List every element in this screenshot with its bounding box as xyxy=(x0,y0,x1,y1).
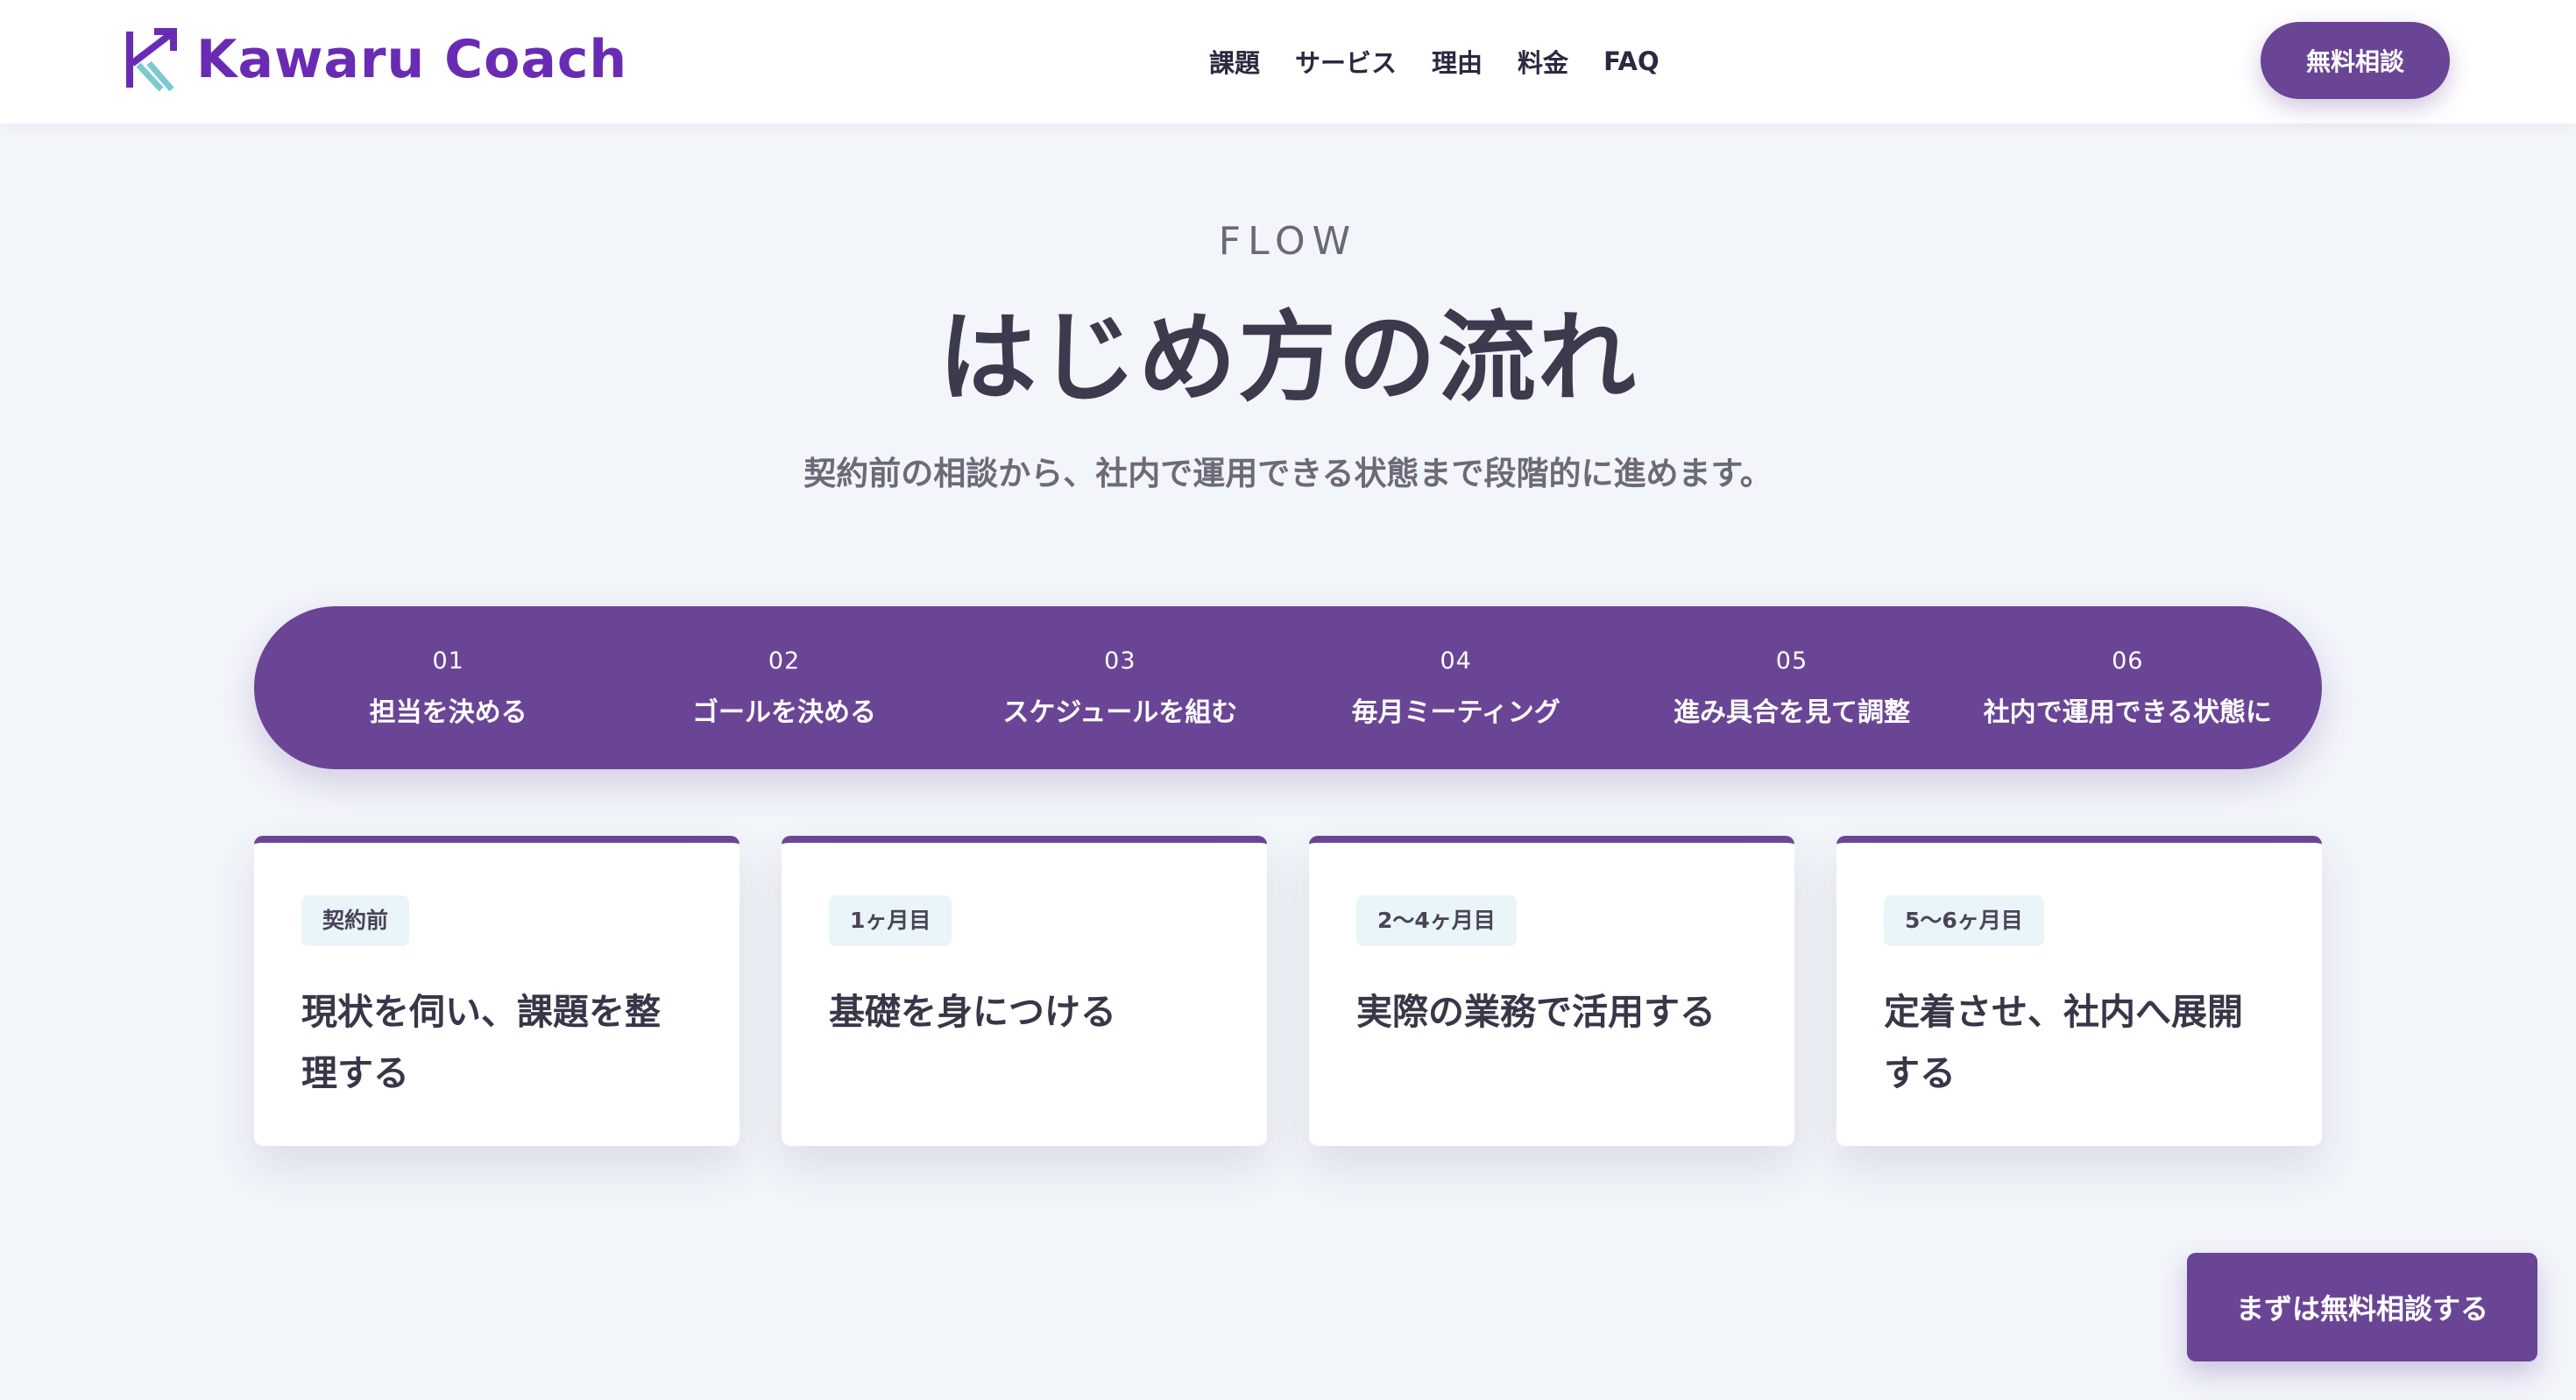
nav-item-faq[interactable]: FAQ xyxy=(1603,46,1660,76)
flow-step: 04 毎月ミーティング xyxy=(1288,606,1624,769)
nav-item-issues[interactable]: 課題 xyxy=(1209,43,1260,80)
step-number: 04 xyxy=(1440,647,1472,675)
logo[interactable]: Kawaru Coach xyxy=(123,25,627,95)
flow-step: 05 進み具合を見て調整 xyxy=(1624,606,1959,769)
section-subtitle: 契約前の相談から、社内で運用できる状態まで段階的に進めます。 xyxy=(803,455,1773,492)
nav-item-services[interactable]: サービス xyxy=(1295,43,1397,80)
step-label: 社内で運用できる状態に xyxy=(1983,696,2272,728)
step-number: 05 xyxy=(1775,647,1808,675)
phase-badge: 1ヶ月目 xyxy=(829,895,952,946)
flow-steps-bar: 01 担当を決める 02 ゴールを決める 03 スケジュールを組む 04 毎月ミ… xyxy=(254,606,2322,769)
section-eyebrow: FLOW xyxy=(1218,219,1358,264)
step-label: ゴールを決める xyxy=(691,696,876,728)
flow-step: 02 ゴールを決める xyxy=(616,606,952,769)
step-number: 03 xyxy=(1104,647,1136,675)
phase-text: 現状を伺い、課題を整理する xyxy=(301,991,661,1094)
flow-step: 01 担当を決める xyxy=(280,606,616,769)
step-label: スケジュールを組む xyxy=(1002,696,1238,728)
phase-badge: 契約前 xyxy=(301,895,410,946)
step-number: 01 xyxy=(432,647,464,675)
phase-card: 2〜4ヶ月目 実際の業務で活用する xyxy=(1309,836,1794,1146)
step-number: 02 xyxy=(768,647,801,675)
floating-consultation-button[interactable]: まずは無料相談する xyxy=(2187,1253,2537,1361)
logo-text: Kawaru Coach xyxy=(196,29,628,90)
logo-mark-icon xyxy=(126,28,177,92)
step-label: 担当を決める xyxy=(369,696,527,728)
site-header: Kawaru Coach 課題 サービス 理由 料金 FAQ 無料相談 xyxy=(0,0,2576,124)
section-title: はじめ方の流れ xyxy=(938,301,1638,415)
phase-badge: 2〜4ヶ月目 xyxy=(1356,895,1517,946)
free-consultation-button[interactable]: 無料相談 xyxy=(2261,22,2450,99)
step-label: 進み具合を見て調整 xyxy=(1673,696,1910,728)
nav-item-reasons[interactable]: 理由 xyxy=(1432,43,1483,80)
phase-text: 定着させ、社内へ展開する xyxy=(1884,991,2243,1094)
phase-badge: 5〜6ヶ月目 xyxy=(1884,895,2044,946)
phase-cards: 契約前 現状を伺い、課題を整理する 1ヶ月目 基礎を身につける 2〜4ヶ月目 実… xyxy=(254,836,2322,1146)
phase-text: 実際の業務で活用する xyxy=(1356,991,1716,1033)
flow-step: 03 スケジュールを組む xyxy=(952,606,1288,769)
phase-card: 契約前 現状を伺い、課題を整理する xyxy=(254,836,740,1146)
flow-step: 06 社内で運用できる状態に xyxy=(1960,606,2296,769)
phase-card: 1ヶ月目 基礎を身につける xyxy=(782,836,1267,1146)
phase-card: 5〜6ヶ月目 定着させ、社内へ展開する xyxy=(1836,836,2322,1146)
step-label: 毎月ミーティング xyxy=(1351,696,1560,728)
nav-item-pricing[interactable]: 料金 xyxy=(1518,43,1568,80)
main-nav: 課題 サービス 理由 料金 FAQ xyxy=(1209,39,1660,84)
step-number: 06 xyxy=(2112,647,2144,675)
phase-text: 基礎を身につける xyxy=(829,991,1116,1033)
